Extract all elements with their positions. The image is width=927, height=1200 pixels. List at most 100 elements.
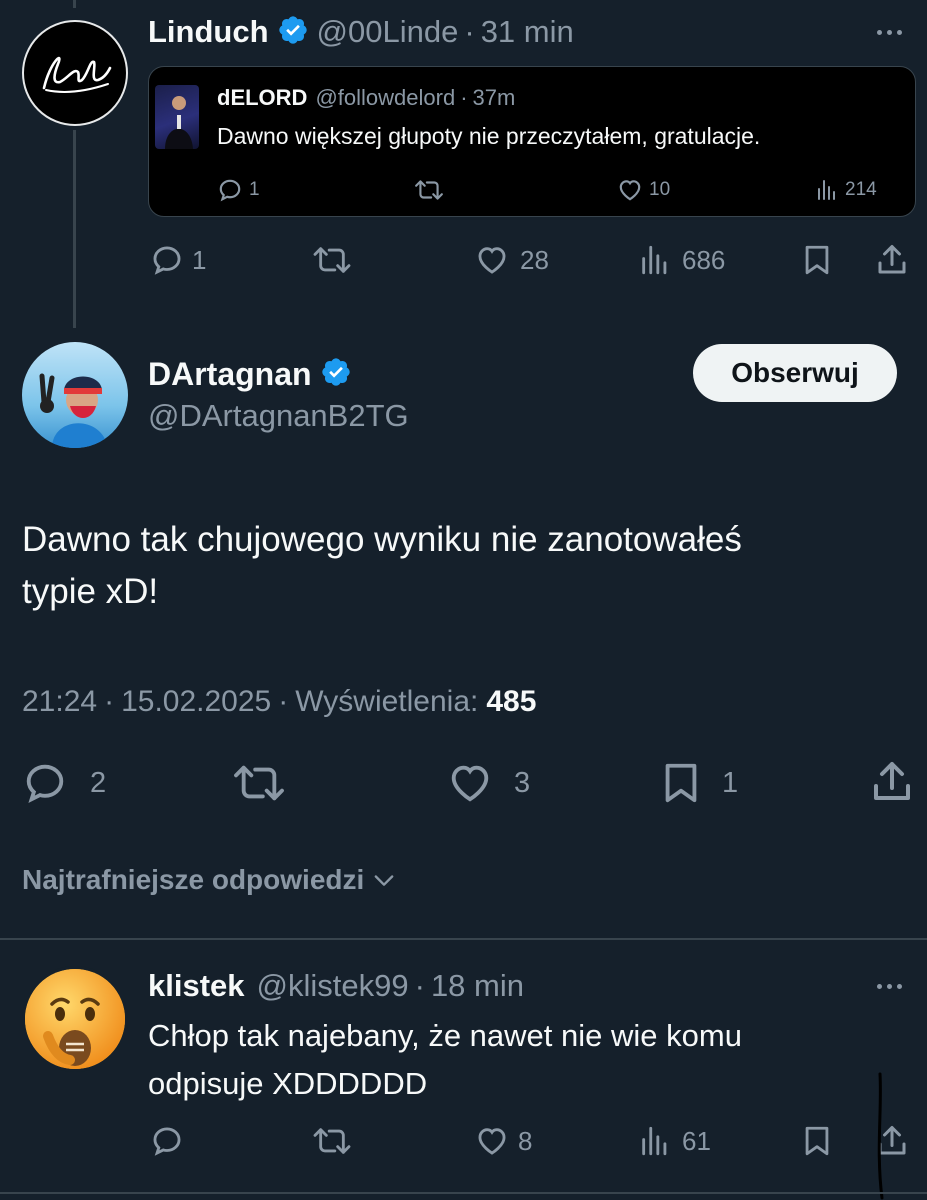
quoted-tweet[interactable]: dELORD @followdelord · 37m Dawno większe… [148, 66, 916, 217]
heart-icon [478, 1128, 506, 1155]
reply-icon [153, 246, 181, 275]
main-tweet-header: DArtagnan [148, 352, 360, 396]
reply-button[interactable]: 1 [150, 243, 206, 277]
avatar-klistek[interactable] [22, 966, 128, 1072]
linde-logo [28, 26, 122, 120]
main-like-count: 3 [514, 766, 531, 799]
reply-like-button[interactable]: 8 [474, 1124, 532, 1158]
reply-icon [219, 179, 241, 202]
main-reply-button[interactable]: 2 [22, 760, 106, 806]
reply-text-line2: odpisuje XDDDDDD [148, 1066, 428, 1101]
replies-sort-dropdown[interactable]: Najtrafniejsze odpowiedzi [22, 860, 398, 900]
retweet-button[interactable] [312, 243, 352, 277]
follow-button[interactable]: Obserwuj [693, 344, 897, 402]
more-icon[interactable] [877, 984, 902, 989]
like-button[interactable]: 28 [474, 243, 549, 277]
pen-stroke-mark [877, 1072, 884, 1200]
main-tweet-text-line2: typie xD! [22, 572, 159, 611]
reply-like-count: 8 [518, 1125, 533, 1156]
main-author-handle[interactable]: @DArtagnanB2TG [148, 398, 409, 434]
tweet-header: Linduch @00Linde · 31 min [148, 10, 574, 54]
bookmark-icon [805, 245, 829, 275]
bookmark-icon [665, 763, 697, 803]
quoted-reply-button[interactable]: 1 [217, 177, 260, 203]
main-bookmark-count: 1 [722, 766, 739, 799]
views-icon [642, 1126, 667, 1156]
main-tweet-text: Dawno tak chujowego wyniku nie zanotował… [22, 514, 742, 618]
share-icon [878, 245, 906, 274]
quoted-reply-count: 1 [249, 179, 260, 200]
quoted-views-button[interactable]: 214 [815, 177, 877, 203]
quoted-text: Dawno większej głupoty nie przeczytałem,… [217, 123, 761, 149]
chevron-down-icon [374, 875, 394, 886]
tweet-date[interactable]: 15.02.2025 [121, 685, 271, 719]
reply-author-name[interactable]: klistek [148, 968, 245, 1004]
separator-dot: · [460, 85, 468, 110]
like-count: 28 [520, 244, 549, 275]
views-label: Wyświetlenia: [295, 685, 479, 718]
quoted-author-name[interactable]: dELORD [217, 85, 307, 111]
author-handle[interactable]: @00Linde [317, 14, 459, 50]
thread-line [73, 130, 76, 328]
separator-dot: · [104, 685, 115, 718]
share-button[interactable] [874, 242, 910, 278]
main-tweet-text-line1: Dawno tak chujowego wyniku nie zanotował… [22, 520, 742, 559]
avatar-dartagnan[interactable] [22, 342, 128, 448]
quoted-author-handle[interactable]: @followdelord [315, 85, 455, 111]
retweet-icon [313, 247, 351, 273]
retweet-icon [415, 180, 443, 200]
heart-icon [478, 247, 506, 274]
divider [0, 1192, 927, 1194]
reply-bookmark-button[interactable] [800, 1123, 834, 1159]
verified-badge-icon [320, 356, 352, 393]
reply-text-line1: Chłop tak najebany, że nawet nie wie kom… [148, 1018, 742, 1053]
reply-text: Chłop tak najebany, że nawet nie wie kom… [148, 1012, 742, 1108]
views-count[interactable]: 485 [486, 685, 536, 719]
reply-icon [26, 764, 64, 804]
reply-retweet-button[interactable] [312, 1124, 352, 1158]
main-share-button[interactable] [868, 758, 916, 806]
main-author-name[interactable]: DArtagnan [148, 356, 312, 393]
quoted-time[interactable]: 37m [473, 85, 516, 111]
retweet-icon [313, 1128, 351, 1154]
tweet-time[interactable]: 31 min [481, 14, 574, 50]
quoted-retweet-button[interactable] [414, 177, 444, 203]
separator-dot: · [414, 968, 425, 1003]
hugging-face-emoji-icon [25, 969, 125, 1069]
views-icon [642, 245, 667, 275]
reply-time[interactable]: 18 min [431, 968, 524, 1004]
reply-reply-button[interactable] [150, 1124, 184, 1158]
reply-views-count: 61 [682, 1125, 711, 1156]
quoted-like-button[interactable]: 10 [617, 177, 670, 203]
retweet-icon [234, 765, 284, 801]
main-retweet-button[interactable] [232, 760, 286, 806]
avatar-linduch[interactable] [22, 20, 128, 126]
bookmark-icon [805, 1126, 829, 1156]
reply-count: 1 [192, 244, 207, 275]
views-count: 686 [682, 244, 726, 275]
separator-dot: · [278, 685, 289, 718]
separator-dot: · [464, 14, 475, 49]
author-name[interactable]: Linduch [148, 14, 269, 50]
bookmark-button[interactable] [800, 242, 834, 278]
main-reply-count: 2 [90, 766, 107, 799]
main-like-button[interactable]: 3 [446, 760, 530, 806]
views-button[interactable]: 686 [638, 243, 725, 277]
tweet-time[interactable]: 21:24 [22, 685, 97, 719]
heart-icon [619, 180, 641, 201]
avatar-delord [155, 85, 199, 149]
views-icon [818, 180, 835, 200]
more-icon[interactable] [877, 30, 902, 35]
reply-views-button[interactable]: 61 [638, 1124, 711, 1158]
main-bookmark-button[interactable]: 1 [658, 758, 738, 808]
heart-icon [451, 765, 489, 802]
quoted-views-count: 214 [845, 179, 877, 200]
replies-sort-label: Najtrafniejsze odpowiedzi [22, 864, 365, 895]
thread-line-top [73, 0, 76, 8]
divider [0, 938, 927, 940]
share-icon [874, 762, 910, 800]
tweet-meta: 21:24 · 15.02.2025 · Wyświetlenia: 485 [22, 680, 536, 724]
quoted-header: dELORD @followdelord · 37m [217, 83, 515, 113]
reply-author-handle[interactable]: @klistek99 [257, 968, 409, 1004]
reply-header: klistek @klistek99 · 18 min [148, 964, 524, 1008]
